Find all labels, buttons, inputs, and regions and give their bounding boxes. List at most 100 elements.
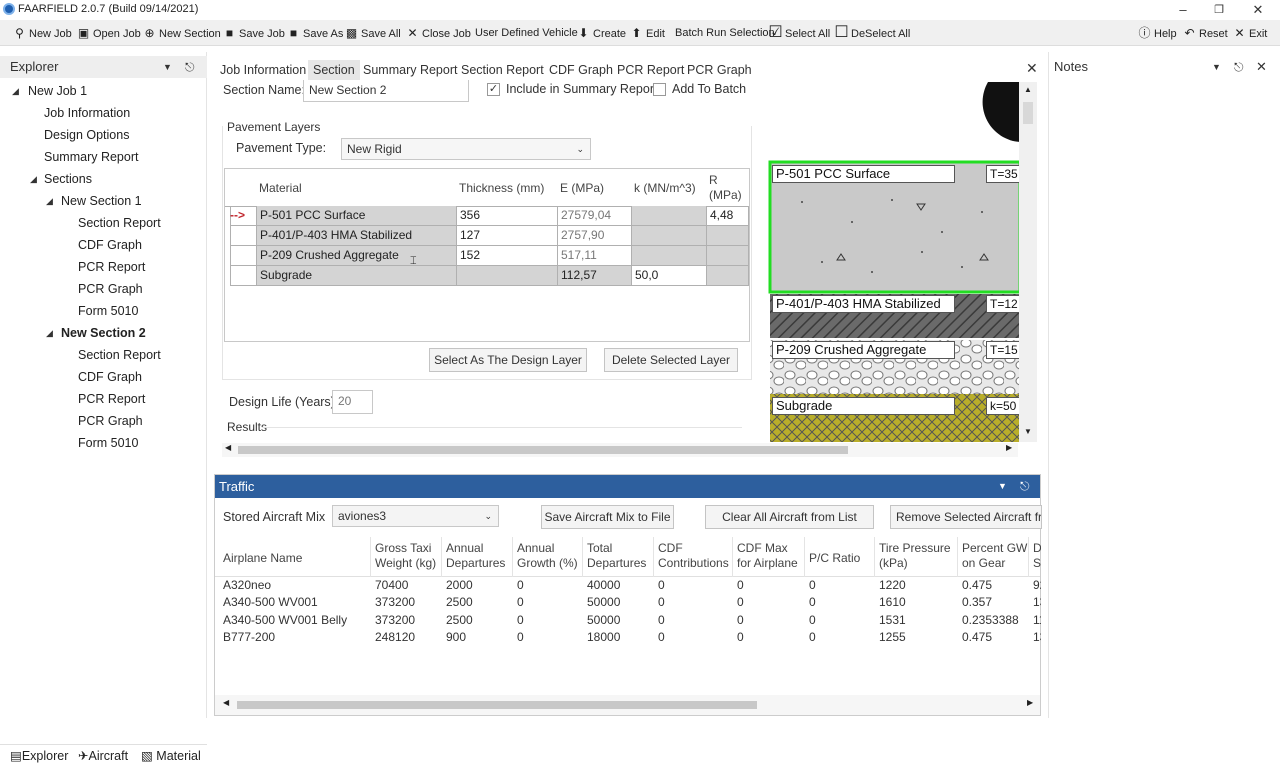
layer-cell-material[interactable]: P-401/P-403 HMA Stabilized (257, 226, 457, 246)
col-total-departures[interactable]: Total Departures (587, 541, 655, 571)
expand-triangle-icon[interactable]: ◢ (30, 174, 37, 185)
layer-cell-thickness[interactable]: 356 (457, 206, 558, 226)
open-job-button[interactable]: ▣ Open Job (76, 23, 141, 43)
select-all-button[interactable]: ☑ Select All (768, 23, 830, 43)
reset-button[interactable]: ↶ Reset (1182, 23, 1227, 43)
tab-section[interactable]: Section (308, 60, 360, 80)
save-mix-button[interactable]: Save Aircraft Mix to File (541, 505, 674, 529)
scroll-left-icon[interactable]: ◀ (225, 443, 231, 452)
col-annual-departures[interactable]: Annual Departures (446, 541, 514, 571)
section-vscrollbar[interactable]: ▲ ▼ (1019, 82, 1037, 442)
layer-cell-material[interactable]: P-209 Crushed Aggregate (257, 246, 457, 266)
tree-s1-cdf-graph[interactable]: CDF Graph (78, 238, 142, 252)
batch-run-selection-button[interactable]: Batch Run Selection (675, 23, 775, 43)
user-defined-vehicle-button[interactable]: User Defined Vehicle (475, 23, 578, 43)
layer-cell-k[interactable]: 50,0 (632, 266, 707, 286)
stored-mix-select[interactable]: aviones3 ⌄ (332, 505, 499, 527)
col-tire-pressure[interactable]: Tire Pressure (kPa) (879, 541, 959, 571)
create-button[interactable]: ⬇ Create (576, 23, 626, 43)
col-ds[interactable]: D S (1033, 541, 1041, 571)
tree-s2-form-5010[interactable]: Form 5010 (78, 436, 138, 450)
vscroll-thumb[interactable] (1023, 102, 1033, 124)
tree-design-options[interactable]: Design Options (44, 128, 129, 142)
tree-s2-section-report[interactable]: Section Report (78, 348, 161, 362)
remove-selected-aircraft-button[interactable]: Remove Selected Aircraft fro (890, 505, 1042, 529)
layer-cell-r[interactable] (707, 226, 749, 246)
chevron-down-icon[interactable]: ▼ (998, 475, 1007, 498)
scroll-up-icon[interactable]: ▲ (1024, 85, 1032, 94)
layer-cell-r[interactable] (707, 246, 749, 266)
tab-summary-report[interactable]: Summary Report (358, 60, 462, 80)
aircraft-row[interactable]: A320neo 70400 2000 0 40000 0 0 0 1220 0.475 92 (215, 577, 1041, 594)
tree-summary-report[interactable]: Summary Report (44, 150, 138, 164)
pavement-type-select[interactable]: New Rigid ⌄ (341, 138, 591, 160)
scroll-thumb[interactable] (237, 701, 757, 709)
tab-material[interactable]: ▧ Material (141, 748, 201, 763)
scroll-down-icon[interactable]: ▼ (1024, 427, 1032, 436)
layer-cell-thickness[interactable]: 152 (457, 246, 558, 266)
layer-cell-e[interactable]: 112,57 (558, 266, 632, 286)
scroll-right-icon[interactable]: ▶ (1027, 698, 1033, 707)
traffic-hscrollbar[interactable]: ◀ ▶ (215, 695, 1040, 715)
tree-section-1[interactable]: New Section 1 (61, 194, 142, 208)
tree-job[interactable]: New Job 1 (28, 84, 87, 98)
aircraft-row[interactable]: B777-200 248120 900 0 18000 0 0 0 1255 0.475 13 (215, 629, 1041, 646)
pin-icon[interactable]: ⎋ (1234, 56, 1244, 78)
col-percent-gw[interactable]: Percent GW on Gear (962, 541, 1032, 571)
tree-s1-pcr-graph[interactable]: PCR Graph (78, 282, 143, 296)
close-window-icon[interactable]: ✕ (1243, 1, 1273, 19)
help-button[interactable]: ⓘ Help (1137, 23, 1176, 43)
layer-cell-k[interactable] (632, 246, 707, 266)
save-job-button[interactable]: ■ Save Job (222, 23, 285, 43)
layer-cell-material[interactable]: P-501 PCC Surface (257, 206, 457, 226)
col-airplane-name[interactable]: Airplane Name (223, 551, 371, 566)
tab-section-report[interactable]: Section Report (456, 60, 549, 80)
pin-icon[interactable]: ⎋ (185, 56, 195, 78)
tab-aircraft[interactable]: ✈Aircraft (78, 748, 128, 763)
close-tab-icon[interactable]: ✕ (1026, 60, 1038, 77)
layer-cell-r[interactable] (707, 266, 749, 286)
tree-job-information[interactable]: Job Information (44, 106, 130, 120)
select-design-layer-button[interactable]: Select As The Design Layer (429, 348, 587, 372)
close-job-button[interactable]: ✕ Close Job (405, 23, 470, 43)
deselect-all-button[interactable]: ☐ DeSelect All (834, 23, 910, 43)
pin-icon[interactable]: ⎋ (1020, 475, 1030, 498)
new-section-button[interactable]: ⊕ New Section (142, 23, 220, 43)
section-hscrollbar[interactable]: ◀ ▶ (222, 443, 1018, 457)
layer-cell-material[interactable]: Subgrade (257, 266, 457, 286)
exit-button[interactable]: ✕ Exit (1232, 23, 1267, 43)
delete-layer-button[interactable]: Delete Selected Layer (604, 348, 738, 372)
tree-s1-pcr-report[interactable]: PCR Report (78, 260, 145, 274)
layer-cell-r[interactable]: 4,48 (707, 206, 749, 226)
layer-cell-e[interactable]: 27579,04 (558, 206, 632, 226)
notes-textarea[interactable] (1049, 80, 1280, 718)
aircraft-row[interactable]: A340-500 WV001 373200 2500 0 50000 0 0 0 1610 0.3… (215, 594, 1041, 611)
layer-cell-e[interactable]: 517,11 (558, 246, 632, 266)
row-selector[interactable] (230, 266, 257, 286)
tab-job-information[interactable]: Job Information (215, 60, 311, 80)
tab-cdf-graph[interactable]: CDF Graph (544, 60, 618, 80)
tree-sections[interactable]: Sections (44, 172, 92, 186)
row-selector[interactable] (230, 226, 257, 246)
design-life-input[interactable]: 20 (332, 390, 373, 414)
chevron-down-icon[interactable]: ▼ (1212, 56, 1221, 78)
col-cdf-max[interactable]: CDF Max for Airplane (737, 541, 807, 571)
tree-s1-section-report[interactable]: Section Report (78, 216, 161, 230)
layer-cell-e[interactable]: 2757,90 (558, 226, 632, 246)
expand-triangle-icon[interactable]: ◢ (46, 328, 53, 339)
tab-explorer[interactable]: ▤Explorer (10, 748, 68, 763)
scroll-thumb[interactable] (238, 446, 848, 454)
tree-s1-form-5010[interactable]: Form 5010 (78, 304, 138, 318)
layer-cell-k[interactable] (632, 206, 707, 226)
col-pc-ratio[interactable]: P/C Ratio (809, 551, 877, 566)
expand-triangle-icon[interactable]: ◢ (46, 196, 53, 207)
expand-triangle-icon[interactable]: ◢ (12, 86, 19, 97)
tree-section-2[interactable]: New Section 2 (61, 326, 146, 340)
save-all-button[interactable]: ▩ Save All (344, 23, 401, 43)
save-as-button[interactable]: ■ Save As (286, 23, 343, 43)
section-name-input[interactable]: New Section 2 (303, 80, 469, 102)
col-cdf-contributions[interactable]: CDF Contributions (658, 541, 734, 571)
scroll-left-icon[interactable]: ◀ (223, 698, 229, 707)
col-annual-growth[interactable]: Annual Growth (%) (517, 541, 585, 571)
row-selector[interactable] (230, 246, 257, 266)
